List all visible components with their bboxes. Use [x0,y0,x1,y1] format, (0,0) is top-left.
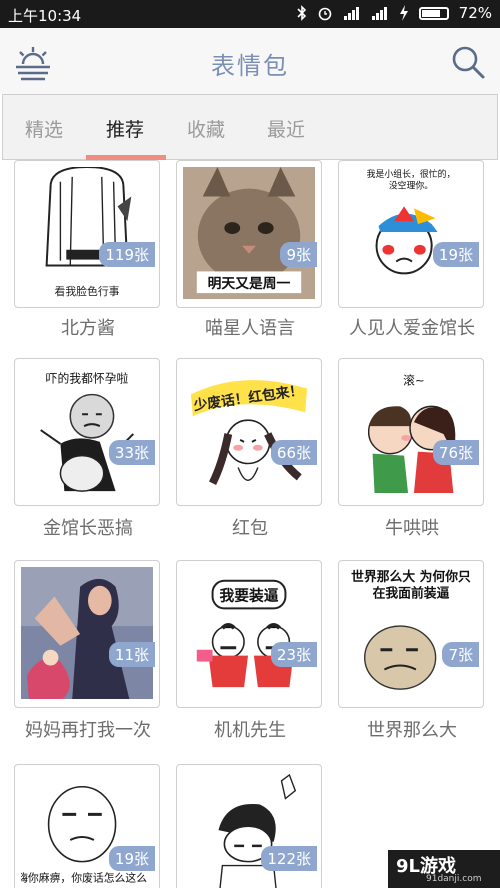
pack-card[interactable]: 滚~ 76张 [338,358,484,506]
pack-name: 人见人爱金馆长 [349,318,475,339]
thumb-caption: 吓的我都怀孕啦 [46,372,129,386]
pack-name: 妈妈再打我一次 [25,720,151,741]
page-title: 表情包 [211,52,289,80]
pack-name: 红包 [232,518,268,539]
pack-card[interactable]: 少废话！红包来！ 66张 [176,358,322,506]
tab-recommended[interactable]: 推荐 [106,115,144,142]
pack-count-badge: 33张 [108,440,155,465]
pack-name: 北方酱 [61,318,115,339]
sticker-pack-grid: 看我脸色行事 119张 北方酱 明天又是周一 9张 喵星人语言 我是小组长，很忙… [0,160,500,888]
tab-featured[interactable]: 精选 [25,115,63,142]
pack-count-badge: 119张 [99,242,155,267]
watermark-url: 91danji.com [426,874,482,884]
pack-thumbnail: 滚~ [345,365,477,497]
pack-count-badge: 19张 [108,846,155,871]
battery-icon [418,6,449,20]
battery-percent: 72% [458,4,492,22]
pack-thumbnail: 吓的我都怀孕啦 [21,365,153,497]
status-time: 上午10:34 [8,7,82,25]
pack-thumbnail: 明天又是周一 [183,167,315,299]
charging-icon [399,5,408,21]
pack-count-badge: 19张 [432,242,479,267]
pack-card[interactable]: 世界那么大 为何你只在我面前装逼 7张 [338,560,484,708]
pack-count-badge: 122张 [261,846,317,871]
pack-card[interactable]: 看我脸色行事 119张 [14,160,160,308]
thumb-caption: 我是小组长，很忙的，没空理你。 [366,169,456,192]
pack-name: 世界那么大 [367,720,457,741]
tab-recent[interactable]: 最近 [267,115,305,142]
pack-thumbnail: 我要装逼 [183,567,315,699]
pack-name: 金馆长恶搞 [43,518,133,539]
pack-card[interactable]: 11张 [14,560,160,708]
signal-icon [343,7,359,20]
pack-card[interactable]: 嗨你麻痹，你废话怎么这么 19张 [14,764,160,888]
pack-count-badge: 11张 [108,642,155,667]
pack-name: 机机先生 [214,720,286,741]
pack-card[interactable]: 我要装逼 23张 [176,560,322,708]
signal-icon [371,7,387,20]
pack-count-badge: 7张 [442,642,479,667]
pack-count-badge: 9张 [280,242,317,267]
thumb-caption: 滚~ [403,374,425,388]
pack-thumbnail: 少废话！红包来！ [183,365,315,497]
pack-name: 牛哄哄 [385,518,439,539]
pack-card[interactable]: 吓的我都怀孕啦 33张 [14,358,160,506]
pack-count-badge: 66张 [270,440,317,465]
pack-card[interactable]: 我是小组长，很忙的，没空理你。 19张 [338,160,484,308]
thumb-caption: 世界那么大 为何你只在我面前装逼 [351,569,471,602]
tab-favorites[interactable]: 收藏 [187,115,225,142]
pack-thumbnail: 世界那么大 为何你只在我面前装逼 [345,567,477,699]
tab-bar: 精选 推荐 收藏 最近 [2,94,498,160]
thumb-caption: 我要装逼 [219,586,278,604]
thumb-caption: 嗨你麻痹，你废话怎么这么 [21,870,147,884]
bluetooth-icon [297,5,306,21]
pack-count-badge: 76张 [432,440,479,465]
thumb-caption: 明天又是周一 [208,276,291,292]
pack-card[interactable]: 明天又是周一 9张 [176,160,322,308]
pack-name: 喵星人语言 [205,318,295,339]
thumb-caption: 看我脸色行事 [55,284,120,298]
pack-thumbnail [21,567,153,699]
alarm-icon [318,7,331,21]
pack-count-badge: 23张 [270,642,317,667]
pack-thumbnail: 我是小组长，很忙的，没空理你。 [345,167,477,299]
pack-card[interactable]: 122张 [176,764,322,888]
app-bar: 表情包 [0,28,500,94]
site-watermark: 9L游戏 91danji.com [388,850,500,888]
search-icon[interactable] [450,44,486,80]
status-bar: 上午10:34 72% [0,0,500,28]
pack-thumbnail: 看我脸色行事 [21,167,153,299]
